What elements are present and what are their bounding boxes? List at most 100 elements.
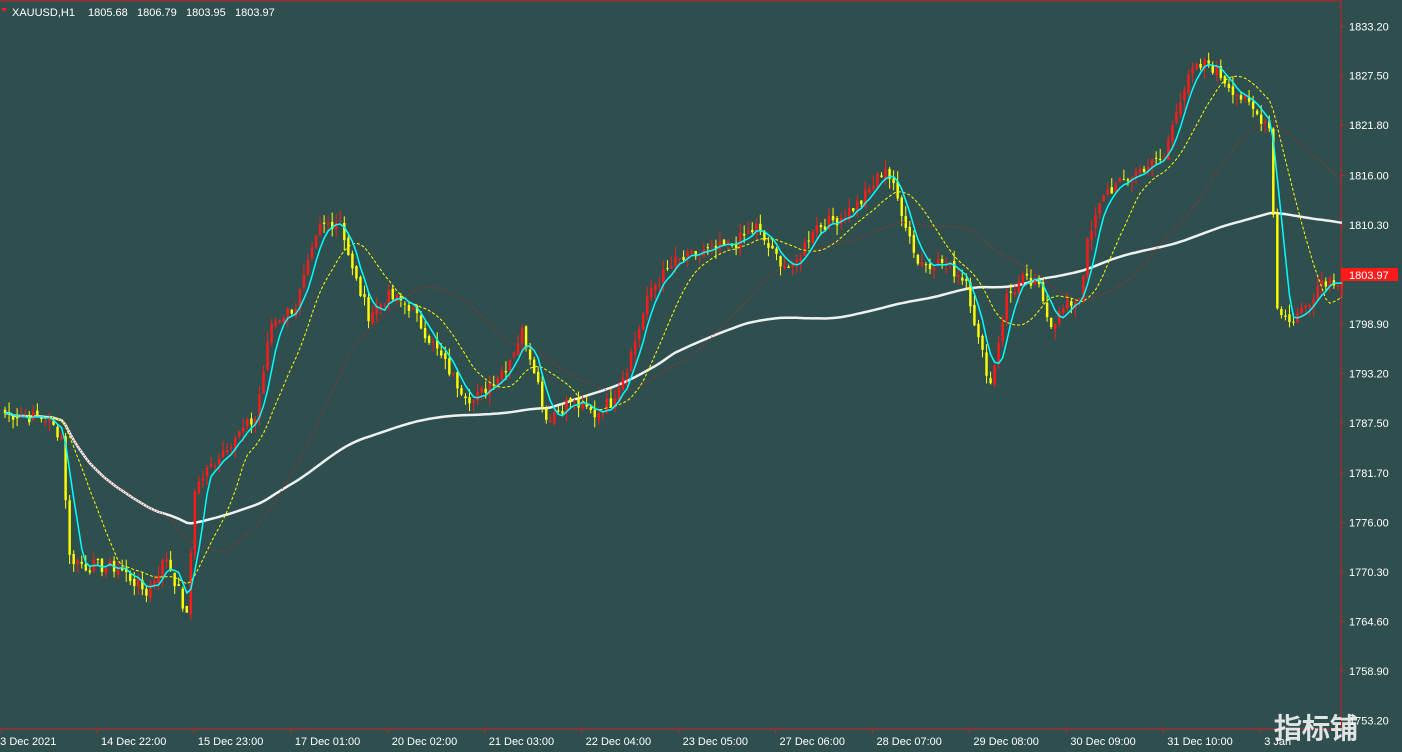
y-tick-label: 1770.30 <box>1349 567 1389 579</box>
y-axis: 1833.201827.501821.801816.001810.301804.… <box>1341 21 1389 727</box>
candle-body <box>1009 291 1012 293</box>
candle-body <box>504 371 508 373</box>
candle-body <box>15 417 19 419</box>
x-tick-label: 14 Dec 22:00 <box>101 736 166 748</box>
candle-body <box>137 578 140 587</box>
candle-body <box>1126 179 1130 181</box>
candle-body <box>706 247 710 249</box>
candle-body <box>68 500 71 555</box>
fast-ma-line <box>4 63 1342 595</box>
candle-body <box>100 558 104 573</box>
candle-body <box>302 274 306 288</box>
candle-body <box>225 450 229 453</box>
candle-body <box>165 559 168 562</box>
candle-body <box>419 315 423 329</box>
candle-body <box>997 342 1000 363</box>
candle-body <box>646 295 649 315</box>
candle-body <box>908 226 912 237</box>
y-tick-label: 1776.00 <box>1349 518 1389 530</box>
candle-body <box>274 320 277 326</box>
candle-body <box>246 419 249 427</box>
candle-body <box>831 216 835 221</box>
candle-body <box>686 251 689 258</box>
y-tick-label: 1816.00 <box>1349 171 1389 183</box>
candle-body <box>201 478 205 481</box>
candle-body <box>1171 125 1174 142</box>
candle-body <box>957 275 960 277</box>
candle-body <box>310 247 314 258</box>
candle-body <box>1207 60 1210 64</box>
candle-body <box>815 225 819 233</box>
candle-body <box>641 313 645 330</box>
candle-body <box>771 245 774 249</box>
candle-body <box>1110 187 1113 194</box>
candle-body <box>1191 67 1194 74</box>
candle-body <box>860 200 863 205</box>
candle-body <box>973 304 976 326</box>
candle-body <box>72 553 75 565</box>
candle-body <box>1324 281 1328 287</box>
candle-body <box>710 244 714 246</box>
x-tick-label: 21 Dec 03:00 <box>489 736 554 748</box>
y-tick-label: 1821.80 <box>1349 120 1389 132</box>
price-tag-label: 1803.97 <box>1349 270 1389 282</box>
watermark-text: 指标铺 <box>1274 712 1358 745</box>
candle-body <box>407 305 411 311</box>
candle-body <box>1280 308 1283 315</box>
candle-body <box>1070 301 1073 306</box>
candle-body <box>1102 195 1105 202</box>
candle-body <box>177 584 180 587</box>
candle-body <box>1154 157 1158 159</box>
candle-body <box>928 263 932 269</box>
candle-body <box>573 399 576 401</box>
candle-body <box>266 342 269 371</box>
chart-svg[interactable]: 1833.201827.501821.801816.001810.301804.… <box>0 0 1402 752</box>
candle-body <box>84 564 88 571</box>
x-tick-label: 20 Dec 02:00 <box>392 736 457 748</box>
candle-body <box>787 266 790 268</box>
x-tick-label: 17 Dec 01:00 <box>295 736 360 748</box>
x-tick-label: 30 Dec 09:00 <box>1070 736 1135 748</box>
candle-body <box>278 320 281 323</box>
candle-body <box>516 343 520 356</box>
candle-body <box>747 231 750 234</box>
candle-body <box>1058 311 1061 324</box>
candle-body <box>767 243 770 248</box>
candles-layer[interactable] <box>3 52 1344 621</box>
candle-body <box>682 256 685 260</box>
candle-body <box>460 387 463 395</box>
symbol-label: XAUUSD,H1 <box>12 7 75 19</box>
candle-body <box>1276 214 1279 309</box>
chart-frame <box>0 0 1342 730</box>
candle-body <box>383 306 386 308</box>
candle-body <box>96 559 100 561</box>
candle-body <box>807 240 811 242</box>
candle-body <box>1288 314 1291 323</box>
candle-body <box>306 260 310 275</box>
candle-body <box>351 253 354 269</box>
candle-body <box>545 408 548 420</box>
candle-body <box>56 426 59 438</box>
candle-body <box>900 197 903 216</box>
candle-body <box>476 392 479 401</box>
watermark-logo: 指标铺 <box>1274 712 1358 745</box>
candle-body <box>633 341 637 355</box>
candle-body <box>1300 307 1303 314</box>
low-value: 1803.95 <box>186 7 226 19</box>
candle-body <box>464 396 467 399</box>
candle-body <box>1013 292 1017 295</box>
candle-body <box>621 377 625 390</box>
candle-body <box>129 573 132 582</box>
candle-body <box>1187 74 1190 94</box>
candle-body <box>326 223 330 225</box>
x-tick-label: 23 Dec 05:00 <box>683 736 748 748</box>
price-chart[interactable]: 1833.201827.501821.801816.001810.301804.… <box>0 0 1402 752</box>
candle-body <box>318 224 322 235</box>
candle-body <box>1134 171 1138 177</box>
candle-body <box>597 412 600 420</box>
candle-body <box>1159 158 1162 160</box>
candle-body <box>282 317 285 323</box>
open-value: 1805.68 <box>88 7 128 19</box>
x-tick-label: 29 Dec 08:00 <box>973 736 1038 748</box>
candle-body <box>411 308 415 310</box>
